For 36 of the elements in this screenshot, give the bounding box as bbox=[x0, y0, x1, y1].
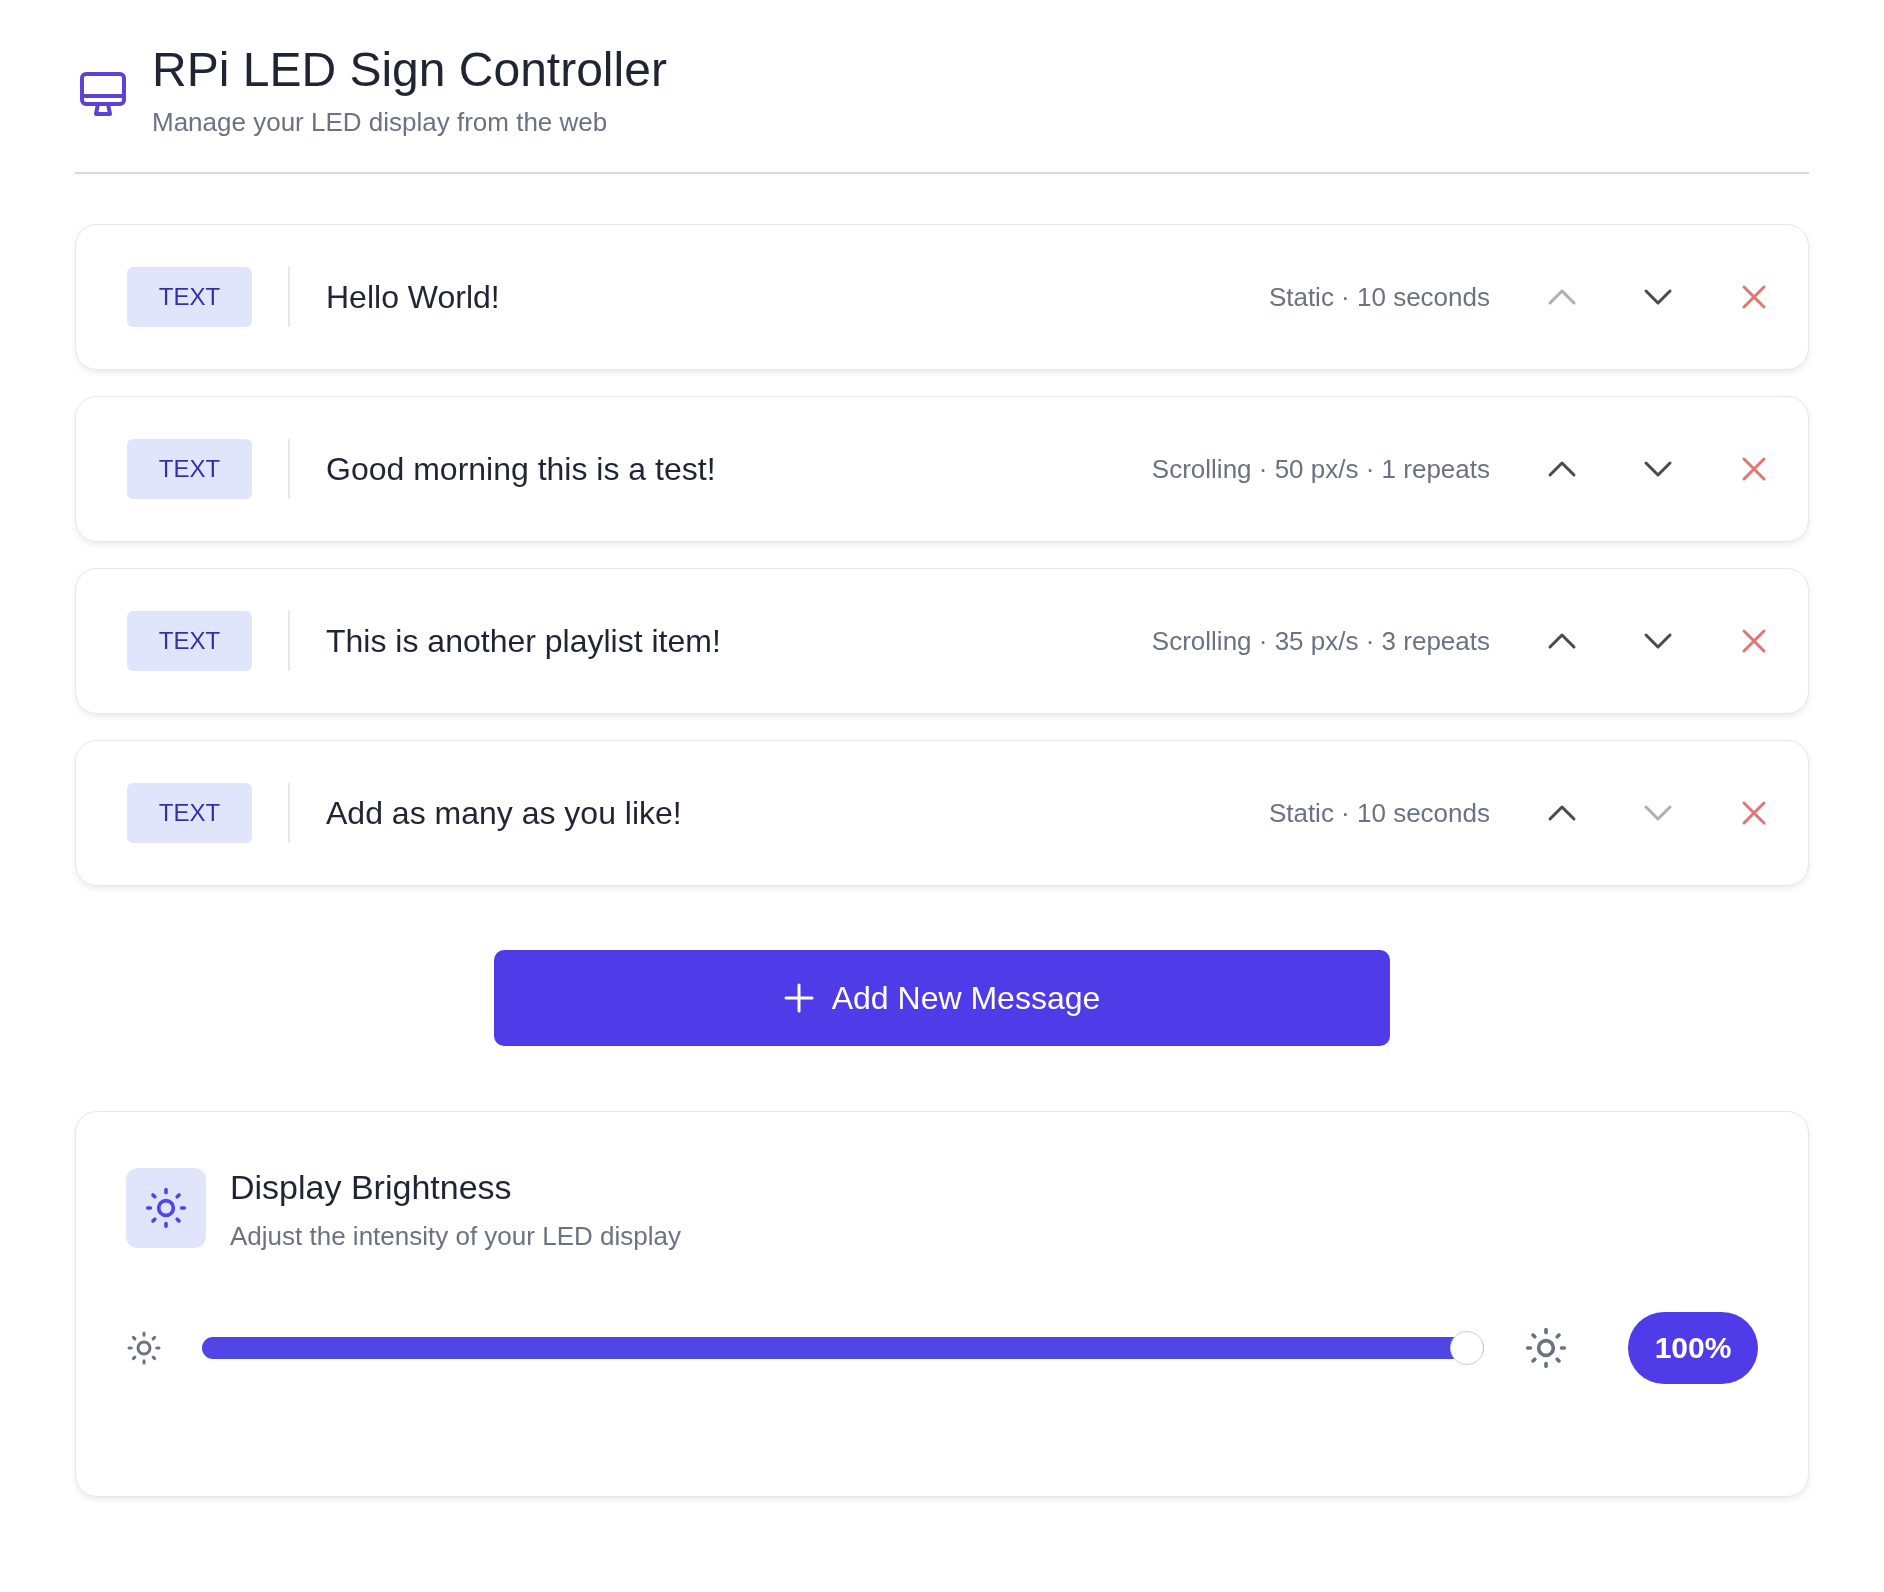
message-details: Scrolling · 50 px/s · 1 repeats bbox=[1151, 453, 1490, 485]
caret-icon bbox=[1547, 460, 1577, 478]
message-details: Static · 10 seconds bbox=[1268, 797, 1490, 829]
caret-icon bbox=[1547, 632, 1577, 650]
brightness-slider[interactable] bbox=[202, 1331, 1484, 1365]
type-badge: TEXT bbox=[127, 267, 252, 327]
plus-icon bbox=[783, 983, 814, 1013]
sun-icon bbox=[1524, 1326, 1568, 1370]
message-details: Scrolling · 35 px/s · 3 repeats bbox=[1151, 625, 1490, 657]
close-icon bbox=[1741, 628, 1767, 654]
sun-icon bbox=[126, 1330, 162, 1366]
type-badge: TEXT bbox=[127, 611, 252, 671]
message-details: Static · 10 seconds bbox=[1268, 281, 1490, 313]
message-text: Add as many as you like! bbox=[326, 794, 683, 832]
type-badge: TEXT bbox=[127, 439, 252, 499]
close-icon bbox=[1741, 800, 1767, 826]
caret-icon bbox=[1547, 288, 1577, 306]
type-badge: TEXT bbox=[127, 783, 252, 843]
sun-icon bbox=[144, 1186, 188, 1230]
caret-icon bbox=[1643, 460, 1673, 478]
card-title: Display Brightness bbox=[230, 1168, 513, 1207]
brightness-value: 100% bbox=[1628, 1312, 1758, 1384]
caret-icon bbox=[1643, 288, 1673, 306]
caret-icon bbox=[1643, 632, 1673, 650]
close-icon bbox=[1741, 284, 1767, 310]
message-text: This is another playlist item! bbox=[326, 622, 722, 660]
close-icon bbox=[1741, 456, 1767, 482]
card-subtitle: Adjust the intensity of your LED display bbox=[230, 1221, 681, 1252]
slider-thumb[interactable] bbox=[1450, 1331, 1484, 1365]
caret-icon bbox=[1547, 804, 1577, 822]
add-message-button[interactable]: Add New Message bbox=[494, 950, 1390, 1046]
message-text: Good morning this is a test! bbox=[326, 450, 717, 488]
app-title: RPi LED Sign Controller bbox=[152, 42, 667, 97]
app-subtitle: Manage your LED display from the web bbox=[152, 107, 609, 138]
message-text: Hello World! bbox=[326, 278, 501, 316]
caret-icon bbox=[1643, 804, 1673, 822]
